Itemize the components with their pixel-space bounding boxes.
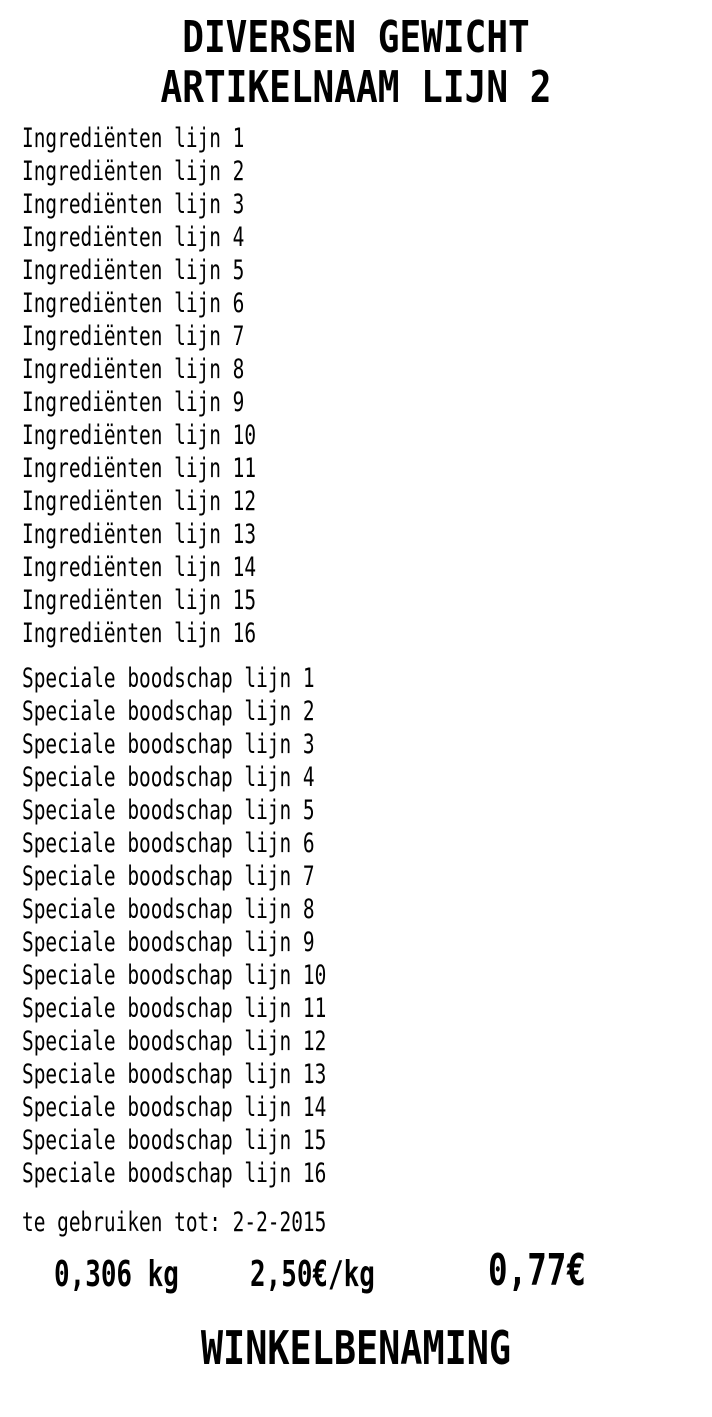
ingredient-line: Ingrediënten lijn 6 [22,288,245,319]
ingredient-line: Ingrediënten lijn 15 [22,585,257,616]
special-message-line: Speciale boodschap lijn 2 [22,696,315,727]
total-price-value: 0,77€ [488,1245,587,1296]
special-message-line: Speciale boodschap lijn 8 [22,894,315,925]
ingredient-line: Ingrediënten lijn 11 [22,453,257,484]
article-name-title: ARTIKELNAAM LIJN 2 [160,62,552,113]
ingredient-line: Ingrediënten lijn 16 [22,618,257,649]
ingredient-line: Ingrediënten lijn 14 [22,552,257,583]
special-message-line: Speciale boodschap lijn 4 [22,762,315,793]
special-message-line: Speciale boodschap lijn 9 [22,927,315,958]
special-message-line: Speciale boodschap lijn 13 [22,1059,327,1090]
ingredient-line: Ingrediënten lijn 8 [22,354,245,385]
ingredient-line: Ingrediënten lijn 3 [22,189,245,220]
ingredient-line: Ingrediënten lijn 12 [22,486,257,517]
ingredient-line: Ingrediënten lijn 5 [22,255,245,286]
use-by-date: te gebruiken tot: 2-2-2015 [22,1207,327,1238]
ingredient-line: Ingrediënten lijn 9 [22,387,245,418]
ingredient-line: Ingrediënten lijn 13 [22,519,257,550]
ingredient-line: Ingrediënten lijn 4 [22,222,245,253]
special-message-line: Speciale boodschap lijn 1 [22,663,315,694]
ingredient-line: Ingrediënten lijn 2 [22,156,245,187]
special-message-line: Speciale boodschap lijn 12 [22,1026,327,1057]
special-message-line: Speciale boodschap lijn 3 [22,729,315,760]
special-message-line: Speciale boodschap lijn 6 [22,828,315,859]
special-message-line: Speciale boodschap lijn 7 [22,861,315,892]
article-group-title: DIVERSEN GEWICHT [182,12,530,63]
ingredient-line: Ingrediënten lijn 10 [22,420,257,451]
ingredient-line: Ingrediënten lijn 7 [22,321,245,352]
special-message-line: Speciale boodschap lijn 5 [22,795,315,826]
special-message-line: Speciale boodschap lijn 15 [22,1125,327,1156]
special-message-line: Speciale boodschap lijn 11 [22,993,327,1024]
special-messages-list: Speciale boodschap lijn 1 Speciale boods… [22,662,326,1190]
special-message-line: Speciale boodschap lijn 16 [22,1158,327,1189]
weight-value: 0,306 kg [54,1254,179,1295]
unit-price-value: 2,50€/kg [250,1254,375,1295]
ingredients-list: Ingrediënten lijn 1 Ingrediënten lijn 2 … [22,122,256,650]
store-name: WINKELBENAMING [200,1321,512,1375]
ingredient-line: Ingrediënten lijn 1 [22,123,245,154]
special-message-line: Speciale boodschap lijn 10 [22,960,327,991]
special-message-line: Speciale boodschap lijn 14 [22,1092,327,1123]
price-label: DIVERSEN GEWICHT ARTIKELNAAM LIJN 2 Ingr… [0,0,712,1417]
